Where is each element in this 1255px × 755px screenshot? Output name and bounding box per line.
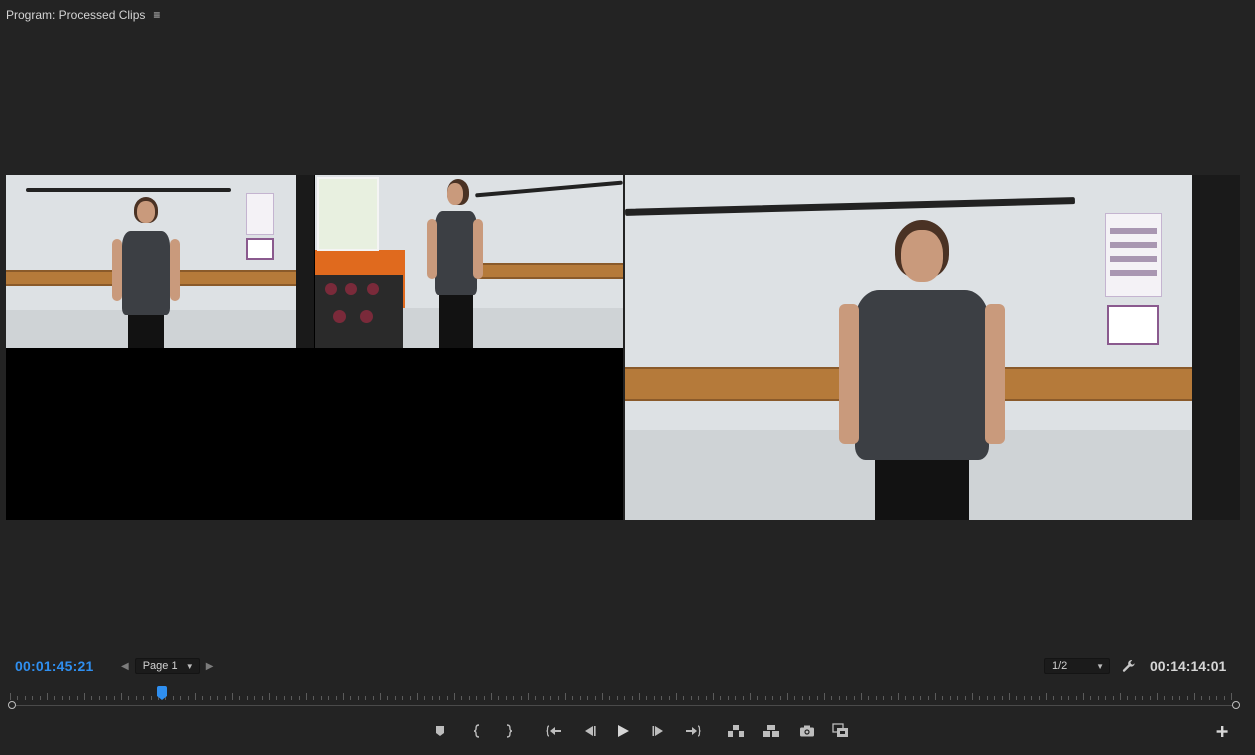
resolution-select-value: 1/2 bbox=[1052, 660, 1068, 672]
ruler-tick bbox=[269, 693, 270, 700]
zoom-track bbox=[14, 705, 1234, 706]
multicam-angle-grid[interactable] bbox=[6, 175, 623, 520]
toggle-multicam-icon[interactable] bbox=[832, 722, 850, 740]
previous-page-icon[interactable]: ◀ bbox=[121, 661, 129, 672]
export-frame-icon[interactable] bbox=[798, 722, 816, 740]
ruler-tick bbox=[1231, 693, 1232, 700]
page-select[interactable]: Page 1 ▼ bbox=[134, 658, 200, 674]
ruler-tick bbox=[713, 693, 714, 700]
ruler-tick bbox=[380, 693, 381, 700]
ruler-tick bbox=[602, 693, 603, 700]
ruler-tick bbox=[824, 693, 825, 700]
zoom-handle-right[interactable] bbox=[1232, 701, 1240, 709]
next-page-icon[interactable]: ▶ bbox=[206, 661, 214, 672]
mark-out-icon[interactable] bbox=[500, 722, 518, 740]
chevron-down-icon: ▼ bbox=[1096, 661, 1104, 671]
playback-resolution-select[interactable]: 1/2 ▼ bbox=[1044, 658, 1110, 674]
ruler-tick bbox=[195, 693, 196, 700]
ruler-tick bbox=[972, 693, 973, 700]
program-preview[interactable] bbox=[625, 175, 1240, 520]
ruler-tick bbox=[935, 693, 936, 700]
step-back-icon[interactable] bbox=[580, 722, 598, 740]
zoom-scroll-bar[interactable] bbox=[8, 700, 1240, 712]
ruler-tick bbox=[10, 693, 11, 700]
panel-title[interactable]: Program: Processed Clips bbox=[6, 8, 145, 22]
ruler-tick bbox=[565, 693, 566, 700]
ruler-tick bbox=[1194, 693, 1195, 700]
mark-in-icon[interactable] bbox=[468, 722, 486, 740]
ruler-tick bbox=[1083, 693, 1084, 700]
ruler-tick bbox=[787, 693, 788, 700]
ruler-tick bbox=[676, 693, 677, 700]
ruler-tick bbox=[343, 693, 344, 700]
step-forward-icon[interactable] bbox=[650, 722, 668, 740]
chevron-down-icon: ▼ bbox=[185, 661, 194, 671]
settings-wrench-icon[interactable] bbox=[1122, 659, 1136, 673]
ruler-tick bbox=[750, 693, 751, 700]
current-timecode[interactable]: 00:01:45:21 bbox=[15, 658, 93, 674]
program-monitor-panel: Program: Processed Clips ≡ 00:01:45:21 ◀… bbox=[0, 0, 1255, 755]
ruler-tick bbox=[898, 693, 899, 700]
go-to-out-icon[interactable] bbox=[684, 722, 702, 740]
ruler-tick bbox=[121, 693, 122, 700]
page-navigator: ◀ Page 1 ▼ ▶ bbox=[121, 658, 213, 674]
zoom-handle-left[interactable] bbox=[8, 701, 16, 709]
play-icon[interactable] bbox=[614, 722, 632, 740]
panel-header: Program: Processed Clips ≡ bbox=[6, 7, 160, 23]
ruler-tick bbox=[454, 693, 455, 700]
add-marker-icon[interactable] bbox=[431, 722, 449, 740]
hamburger-menu-icon[interactable]: ≡ bbox=[153, 8, 160, 22]
ruler-tick bbox=[1046, 693, 1047, 700]
lift-icon[interactable] bbox=[727, 722, 745, 740]
ruler-tick bbox=[528, 693, 529, 700]
ruler-tick bbox=[639, 693, 640, 700]
duration-timecode: 00:14:14:01 bbox=[1150, 658, 1227, 674]
ruler-tick bbox=[861, 693, 862, 700]
ruler-tick bbox=[232, 693, 233, 700]
ruler-tick bbox=[1009, 693, 1010, 700]
transport-controls bbox=[0, 722, 1255, 740]
button-editor-plus-icon[interactable] bbox=[1213, 722, 1231, 740]
camera-angle-1[interactable] bbox=[6, 175, 314, 348]
playhead[interactable] bbox=[157, 686, 167, 700]
ruler-tick bbox=[306, 693, 307, 700]
ruler-tick bbox=[417, 693, 418, 700]
page-select-value: Page 1 bbox=[142, 660, 178, 672]
time-ruler[interactable] bbox=[8, 686, 1240, 700]
camera-angle-2[interactable] bbox=[315, 175, 623, 348]
ruler-tick bbox=[1157, 693, 1158, 700]
ruler-tick bbox=[84, 693, 85, 700]
ruler-tick bbox=[491, 693, 492, 700]
ruler-tick bbox=[1120, 693, 1121, 700]
ruler-tick bbox=[47, 693, 48, 700]
extract-icon[interactable] bbox=[762, 722, 780, 740]
go-to-in-icon[interactable] bbox=[545, 722, 563, 740]
